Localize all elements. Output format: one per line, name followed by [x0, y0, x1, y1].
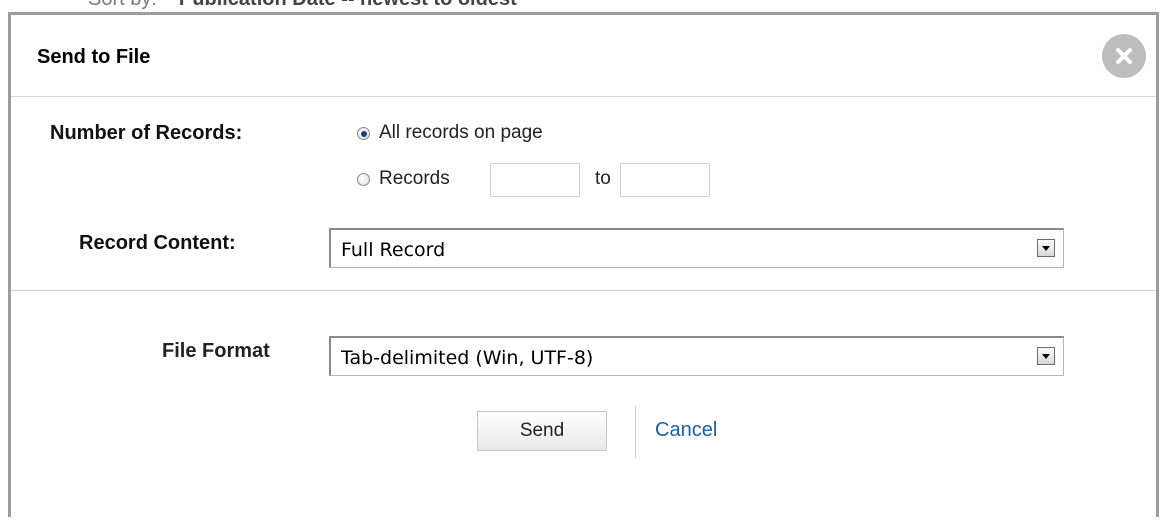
close-button[interactable]	[1102, 34, 1146, 78]
number-of-records-label: Number of Records:	[50, 122, 243, 144]
record-content-label: Record Content:	[79, 232, 236, 254]
button-divider	[635, 406, 636, 458]
file-format-value: Tab-delimited (Win, UTF-8)	[341, 347, 594, 369]
records-to-input[interactable]	[620, 163, 710, 197]
cancel-link[interactable]: Cancel	[655, 419, 717, 442]
sort-by-control: Sort by: Publication Date -- newest to ol…	[88, 0, 517, 11]
records-range-label[interactable]: Records	[379, 168, 450, 190]
records-from-input[interactable]	[490, 163, 580, 197]
records-to-label: to	[595, 168, 611, 189]
record-content-select[interactable]: Full Record	[329, 228, 1064, 268]
close-x-icon	[1116, 48, 1132, 64]
record-content-dropdown-button[interactable]	[1037, 239, 1055, 257]
chevron-down-icon	[1042, 245, 1050, 251]
record-content-value: Full Record	[341, 239, 446, 261]
sort-by-label: Sort by:	[88, 0, 157, 10]
send-button[interactable]: Send	[477, 411, 607, 451]
file-format-select[interactable]: Tab-delimited (Win, UTF-8)	[329, 336, 1064, 376]
all-records-label[interactable]: All records on page	[379, 122, 543, 144]
chevron-down-icon	[1042, 353, 1050, 359]
file-format-label: File Format	[162, 340, 270, 362]
records-range-radio[interactable]	[357, 173, 370, 186]
dialog-header: Send to File	[11, 15, 1156, 97]
format-section: File Format Tab-delimited (Win, UTF-8) S…	[11, 291, 1156, 520]
dialog-title: Send to File	[37, 46, 151, 68]
records-section: Number of Records: All records on page R…	[11, 97, 1156, 291]
all-records-radio[interactable]	[357, 127, 370, 140]
sort-by-value: Publication Date -- newest to oldest	[179, 0, 517, 10]
send-to-file-dialog: Send to File Number of Records: All reco…	[8, 12, 1159, 517]
file-format-dropdown-button[interactable]	[1037, 347, 1055, 365]
